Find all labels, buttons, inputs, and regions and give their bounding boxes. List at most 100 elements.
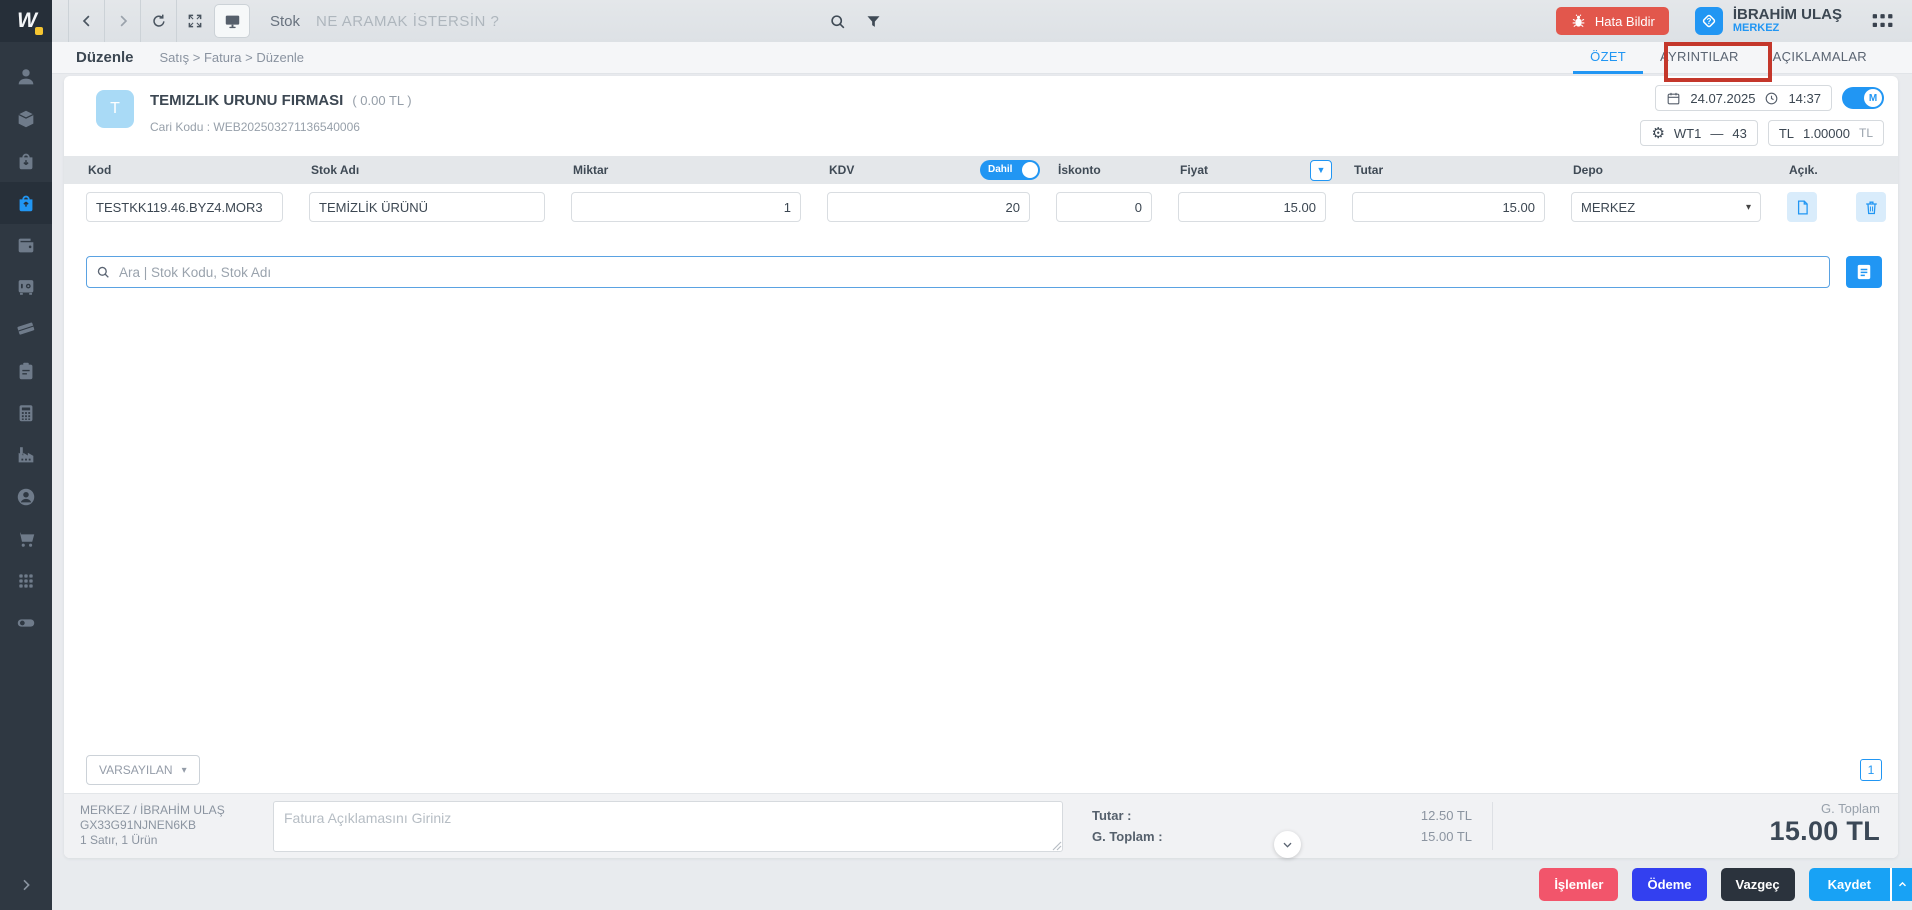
user-name: İBRAHİM ULAŞ [1733,7,1842,22]
sidebar-item-calculator[interactable] [0,392,52,434]
expand-icon [186,12,204,30]
invoice-meta: 24.07.2025 14:37 M ⚙ WT1 — 43 TL 1.00000… [1640,85,1884,146]
vat-input[interactable] [827,192,1030,222]
price-type-dropdown[interactable]: ▼ [1310,160,1332,181]
sidebar-item-purchases[interactable] [0,140,52,182]
sidebar-expand-chevron[interactable] [0,860,52,910]
warehouse-value: MERKEZ [1581,200,1635,215]
user-menu[interactable]: ? İBRAHİM ULAŞ MERKEZ [1695,7,1842,35]
refresh-icon [150,12,168,30]
stock-name-input[interactable] [309,192,545,222]
bag-arrow-up-icon [15,192,37,214]
detail-tabs: ÖZET AYRINTILAR AÇIKLAMALAR [1573,42,1884,74]
clipboard-icon [15,360,37,382]
global-search-input[interactable] [316,1,816,41]
sidebar-item-clipboard[interactable] [0,350,52,392]
document-number-field[interactable]: ⚙ WT1 — 43 [1640,120,1757,146]
refresh-button[interactable] [140,0,176,42]
person-circle-icon [15,486,37,508]
sidebar-item-production[interactable] [0,434,52,476]
col-miktar: Miktar [571,163,827,177]
fullscreen-button[interactable] [176,0,212,42]
doc-series[interactable]: WT1 [1674,126,1701,141]
warehouse-select[interactable]: MERKEZ ▾ [1571,192,1761,222]
list-icon [1854,262,1874,282]
grandtotal-row-value: 15.00 TL [1421,826,1472,847]
currency-code[interactable]: TL [1779,126,1794,141]
document-id-line: GX33G91NJNEN6KB [80,818,225,833]
invoice-date[interactable]: 24.07.2025 [1690,91,1755,106]
back-button[interactable] [68,0,104,42]
stock-search-row [86,256,1882,288]
filter-button[interactable] [858,6,888,36]
series-separator: — [1710,126,1723,141]
delete-line-button[interactable] [1856,192,1886,222]
customer-bar: T TEMIZLIK URUNU FIRMASI ( 0.00 TL ) Car… [64,76,1898,156]
price-input[interactable] [1178,192,1326,222]
chevron-left-icon [78,12,96,30]
page-badge[interactable]: 1 [1860,759,1882,781]
line-description-button[interactable] [1787,192,1817,222]
breadcrumb[interactable]: Satış > Fatura > Düzenle [160,50,305,65]
stock-search-input[interactable] [86,256,1830,288]
chevron-up-icon [1897,879,1908,890]
display-mode-button[interactable] [214,4,250,38]
sidebar-item-package[interactable] [0,98,52,140]
calendar-icon [1666,91,1681,106]
invoice-note-textarea[interactable] [273,801,1063,852]
customer-code: Cari Kodu : WEB202503271136540006 [150,120,360,134]
sidebar-item-apps[interactable] [0,560,52,602]
customer-name[interactable]: TEMIZLIK URUNU FIRMASI [150,92,343,109]
logo-letter: W [17,9,35,33]
col-depo: Depo [1571,163,1787,177]
mode-toggle[interactable]: M [1842,87,1884,109]
kaydet-split-button: Kaydet [1809,868,1912,901]
sidebar-item-sales[interactable] [0,182,52,224]
search-button[interactable] [822,6,852,36]
search-icon [828,12,847,31]
invoice-time[interactable]: 14:37 [1788,91,1821,106]
odeme-button[interactable]: Ödeme [1632,868,1706,901]
amount-input[interactable] [1352,192,1545,222]
sidebar-item-safe[interactable] [0,266,52,308]
stock-code-input[interactable] [86,192,283,222]
grand-total-value: 15.00 TL [1770,816,1880,847]
vazgec-button[interactable]: Vazgeç [1721,868,1795,901]
date-time-field[interactable]: 24.07.2025 14:37 [1655,85,1832,111]
sidebar-item-cart[interactable] [0,518,52,560]
summary-info: MERKEZ / İBRAHİM ULAŞ GX33G91NJNEN6KB 1 … [80,803,225,848]
sidebar-item-wallet[interactable] [0,224,52,266]
rate-currency: TL [1859,126,1873,140]
tab-ayrintilar[interactable]: AYRINTILAR [1643,42,1756,74]
kaydet-button[interactable]: Kaydet [1809,868,1890,901]
islemler-button[interactable]: İşlemler [1539,868,1618,901]
branch-user-line: MERKEZ / İBRAHİM ULAŞ [80,803,225,818]
tab-aciklamalar[interactable]: AÇIKLAMALAR [1756,42,1884,74]
sidebar-item-customers[interactable] [0,476,52,518]
sidebar-item-settings-toggle[interactable] [0,602,52,644]
exchange-rate[interactable]: 1.00000 [1803,126,1850,141]
sidebar-item-vouchers[interactable] [0,308,52,350]
doc-number[interactable]: 43 [1732,126,1746,141]
stock-list-button[interactable] [1846,256,1882,288]
app-logo[interactable]: W [0,0,52,42]
chevron-down-icon [1281,838,1294,851]
sidebar-item-user[interactable] [0,56,52,98]
tab-ozet[interactable]: ÖZET [1573,42,1643,74]
currency-field[interactable]: TL 1.00000 TL [1768,120,1884,146]
preset-select[interactable]: VARSAYILAN ▾ [86,755,200,785]
expand-totals-button[interactable] [1274,831,1301,858]
kaydet-options-button[interactable] [1890,868,1912,901]
discount-input[interactable] [1056,192,1152,222]
action-bar: İşlemler Ödeme Vazgeç Kaydet [52,858,1912,910]
kdv-included-toggle[interactable]: Dahil [980,160,1040,180]
apps-menu-button[interactable] [1868,6,1898,36]
quantity-input[interactable] [571,192,801,222]
kdv-included-label: Dahil [988,164,1012,175]
document-icon [1794,199,1811,216]
forward-button[interactable] [104,0,140,42]
report-error-button[interactable]: Hata Bildir [1556,7,1669,35]
sidebar: W [0,0,52,910]
customer-avatar[interactable]: T [96,90,134,128]
chevron-down-icon: ▼ [1317,165,1326,175]
